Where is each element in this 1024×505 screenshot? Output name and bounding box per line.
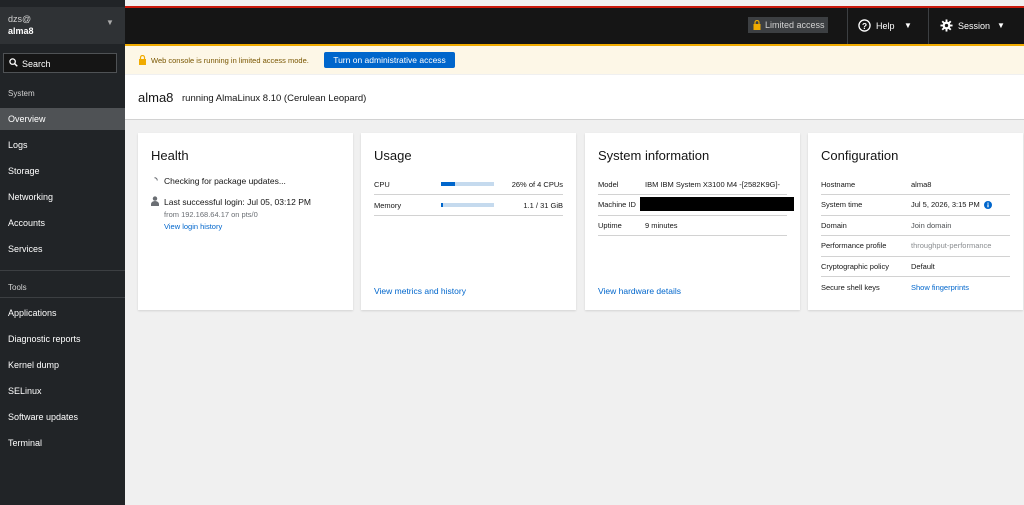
nav-item-logs[interactable]: Logs [0, 134, 125, 156]
uptime-value: 9 minutes [645, 221, 678, 230]
system-time-label: System time [821, 200, 863, 209]
domain-label: Domain [821, 221, 847, 230]
nav-item-accounts[interactable]: Accounts [0, 212, 125, 234]
usage-title: Usage [374, 148, 412, 163]
uptime-label: Uptime [598, 221, 622, 230]
row-divider [598, 235, 787, 236]
machine-id-label: Machine ID [598, 200, 636, 209]
gear-icon [940, 19, 953, 32]
system-info-title: System information [598, 148, 710, 163]
ssh-keys-label: Secure shell keys [821, 283, 880, 292]
system-info-card: System information Model IBM IBM System … [585, 133, 800, 310]
nav-item-diagnostic-reports[interactable]: Diagnostic reports [0, 328, 125, 350]
show-fingerprints-link[interactable]: Show fingerprints [911, 283, 969, 292]
host-name: alma8 [8, 26, 34, 36]
spinner-icon [154, 177, 158, 181]
cpu-label: CPU [374, 180, 390, 189]
nav-item-selinux[interactable]: SELinux [0, 380, 125, 402]
masthead-divider [847, 8, 848, 44]
checking-updates-text: Checking for package updates... [164, 176, 286, 186]
view-hardware-details-link[interactable]: View hardware details [598, 286, 681, 296]
configuration-title: Configuration [821, 148, 899, 163]
sidebar: dzs@ alma8 ▼ Search System Overview Logs… [0, 0, 125, 505]
memory-progress-fill [441, 203, 443, 207]
search-input[interactable]: Search [3, 53, 117, 73]
nav-item-kernel-dump[interactable]: Kernel dump [0, 354, 125, 376]
health-title: Health [151, 148, 189, 163]
cpu-progress-bar [441, 182, 494, 186]
crypto-policy-button[interactable]: Default [911, 262, 935, 271]
banner-text: Web console is running in limited access… [151, 56, 309, 65]
page-header: alma8 running AlmaLinux 8.10 (Cerulean L… [125, 75, 1024, 120]
nav-item-overview[interactable]: Overview [0, 108, 125, 130]
page-title: alma8 [138, 90, 174, 105]
model-label: Model [598, 180, 619, 189]
view-login-history-link[interactable]: View login history [164, 222, 222, 231]
memory-value: 1.1 / 31 GiB [523, 201, 563, 210]
turn-on-admin-access-button[interactable]: Turn on administrative access [324, 52, 455, 68]
row-divider [821, 215, 1010, 216]
user-icon [151, 196, 159, 206]
caret-down-icon: ▼ [904, 21, 912, 30]
chevron-down-icon: ▼ [106, 18, 114, 27]
system-time-value: Jul 5, 2026, 3:15 PM [911, 200, 980, 209]
lock-icon [139, 55, 146, 65]
cpu-progress-fill [441, 182, 455, 186]
view-metrics-link[interactable]: View metrics and history [374, 286, 466, 296]
machine-id-redacted [640, 197, 794, 211]
help-icon: ? [858, 19, 871, 32]
caret-down-icon: ▼ [997, 21, 1005, 30]
model-value: IBM IBM System X3100 M4 -[2582K9G]- [645, 180, 781, 189]
nav-item-terminal[interactable]: Terminal [0, 432, 125, 454]
performance-profile-label: Performance profile [821, 241, 887, 250]
masthead-divider [928, 8, 929, 44]
help-label: Help [876, 21, 895, 31]
crypto-policy-label: Cryptographic policy [821, 262, 889, 271]
session-label: Session [958, 21, 991, 31]
masthead: Limited access ? Help ▼ Session ▼ [125, 8, 1024, 44]
configuration-card: Configuration Hostname alma8 System time… [808, 133, 1023, 310]
row-divider [821, 276, 1010, 277]
nav-divider [0, 270, 125, 271]
limited-access-label: Limited access [765, 20, 825, 30]
session-menu-button[interactable]: Session ▼ [930, 8, 1020, 44]
last-login-text: Last successful login: Jul 05, 03:12 PM [164, 197, 311, 207]
search-icon [9, 58, 18, 67]
join-domain-button[interactable]: Join domain [911, 221, 951, 230]
cpu-value: 26% of 4 CPUs [511, 180, 563, 189]
row-divider [821, 235, 1010, 236]
os-description: running AlmaLinux 8.10 (Cerulean Leopard… [182, 93, 367, 104]
nav-item-networking[interactable]: Networking [0, 186, 125, 208]
performance-profile-button[interactable]: throughput-performance [911, 241, 991, 250]
info-icon[interactable] [984, 201, 992, 209]
login-from-text: from 192.168.64.17 on pts/0 [164, 210, 258, 219]
limited-access-button[interactable]: Limited access [748, 17, 828, 33]
nav-item-services[interactable]: Services [0, 238, 125, 260]
nav-header-system: System [8, 89, 35, 98]
row-divider [821, 194, 1010, 195]
row-divider [598, 215, 787, 216]
row-divider [598, 194, 787, 195]
lock-icon [753, 20, 761, 30]
row-divider [821, 256, 1010, 257]
nav-divider [0, 297, 125, 298]
nav-item-storage[interactable]: Storage [0, 160, 125, 182]
usage-card: Usage CPU 26% of 4 CPUs Memory 1.1 / 31 … [361, 133, 576, 310]
search-label: Search [22, 59, 51, 69]
nav-item-applications[interactable]: Applications [0, 302, 125, 324]
memory-progress-bar [441, 203, 494, 207]
memory-label: Memory [374, 201, 402, 210]
hostname-label: Hostname [821, 180, 856, 189]
limited-access-banner: Web console is running in limited access… [125, 44, 1024, 74]
svg-text:?: ? [862, 21, 867, 31]
nav-header-tools: Tools [8, 283, 27, 292]
row-divider [374, 194, 563, 195]
nav-item-software-updates[interactable]: Software updates [0, 406, 125, 428]
hostname-value: alma8 [911, 180, 932, 189]
help-menu-button[interactable]: ? Help ▼ [849, 8, 921, 44]
host-user: dzs@ [8, 14, 32, 24]
host-switcher[interactable]: dzs@ alma8 ▼ [0, 7, 125, 44]
row-divider [374, 215, 563, 216]
